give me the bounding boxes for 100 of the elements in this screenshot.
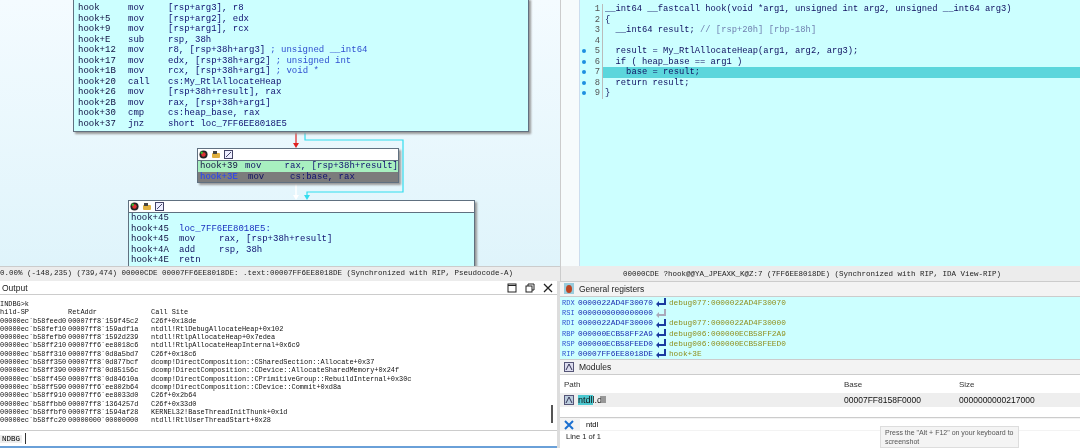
line-number: 2: [588, 14, 603, 25]
operand: [rsp+arg1], rcx: [168, 24, 249, 35]
address-label: hook+4A: [131, 244, 170, 255]
mnemonic: mov: [128, 24, 146, 35]
operand: rcx, [rsp+38h+arg1]: [168, 66, 271, 77]
line-number: 6: [588, 56, 603, 67]
address-label: hook+9: [78, 24, 112, 35]
code-line[interactable]: }: [603, 88, 1080, 99]
breakpoint-dot[interactable]: [582, 49, 586, 54]
mnemonic: call: [128, 76, 151, 87]
address-label: hook+45: [131, 223, 170, 234]
restore-icon[interactable]: [525, 282, 535, 293]
color-wheel-icon: [199, 150, 208, 159]
mnemonic: mov: [128, 3, 146, 14]
code-comment: ; unsigned int: [275, 55, 352, 66]
address-label: hook: [78, 3, 101, 14]
breakpoint-dot[interactable]: [582, 80, 586, 85]
module-path: ntdll.dll: [578, 395, 607, 405]
address-label: hook+5: [78, 13, 112, 24]
line-number: 4: [588, 35, 603, 46]
panel-title: Modules: [579, 362, 612, 372]
address-label: hook+26: [78, 87, 117, 98]
operand: rsp, 38h: [168, 34, 212, 45]
jump-arrow-icon[interactable]: [655, 349, 666, 359]
code-line[interactable]: result = My_RtlAllocateHeap(arg1, arg2, arg3);: [603, 46, 1080, 57]
code-comment: ; unsigned __int64: [270, 45, 368, 56]
operand: cs:base, rax: [290, 171, 355, 182]
jump-arrow-icon[interactable]: [655, 329, 666, 339]
address-label: hook+20: [78, 76, 117, 87]
breakpoint-dot[interactable]: [582, 70, 586, 75]
address-label: hook+E: [78, 34, 112, 45]
clear-filter-icon[interactable]: [564, 419, 574, 430]
module-icon: [564, 395, 574, 405]
address-label: hook+1B: [78, 66, 117, 77]
operand: rax, [rsp+38h+result]: [284, 161, 398, 172]
breakpoint-dot[interactable]: [582, 91, 586, 96]
operand: [rsp+arg3], r8: [168, 3, 244, 14]
graph-icon: [155, 202, 164, 211]
operand: cs:My_RtlAllocateHeap: [168, 76, 282, 87]
address-label: hook+4E: [131, 255, 170, 266]
operand: r8, [rsp+38h+arg3]: [168, 45, 266, 56]
mnemonic: jnz: [128, 118, 146, 129]
line-number: 1: [588, 4, 603, 15]
breakpoint-dot[interactable]: [582, 59, 586, 64]
line-number: 8: [588, 77, 603, 88]
flow-arrow: [293, 182, 299, 200]
address-label: hook+37: [78, 118, 117, 129]
address-label: hook+30: [78, 108, 117, 119]
address-label: hook+3E: [200, 171, 239, 182]
module-row[interactable]: ntdll.dll 00007FF8158F0000 0000000000217000: [560, 393, 1080, 407]
jump-arrow-icon[interactable]: [655, 318, 666, 328]
operand: short loc_7FF6EE8018E5: [168, 118, 287, 129]
maximize-icon[interactable]: [507, 282, 517, 293]
modules-icon: [564, 362, 574, 372]
operand: [rsp+38h+result], rax: [168, 87, 282, 98]
module-size: 0000000000217000: [959, 395, 1036, 405]
address-label: hook+39: [200, 161, 239, 172]
mnemonic: mov: [128, 55, 146, 66]
code-line[interactable]: {: [603, 14, 1080, 25]
line-number: 9: [588, 88, 603, 99]
address-label: hook+45: [131, 234, 170, 245]
graph-icon: [224, 150, 233, 159]
line-number: 5: [588, 46, 603, 57]
operand: rsp, 38h: [219, 244, 263, 255]
mnemonic: mov: [248, 171, 266, 182]
line-number: 3: [588, 25, 603, 36]
close-icon[interactable]: [543, 282, 553, 293]
address-label: hook+45: [131, 213, 170, 224]
mnemonic: mov: [179, 234, 197, 245]
address-label: hook+17: [78, 55, 117, 66]
mnemonic: mov: [128, 66, 146, 77]
operand: [rsp+arg2], edx: [168, 13, 249, 24]
column-header[interactable]: Base: [844, 379, 959, 389]
code-comment: ; void *: [275, 66, 319, 77]
column-header[interactable]: Path: [564, 379, 844, 389]
code-label: loc_7FF6EE8018E5:: [179, 223, 271, 234]
code-line[interactable]: __int64 __fastcall hook(void *arg1, unsigned int arg2, unsigned __int64 arg3): [603, 4, 1080, 15]
bug-icon: [564, 283, 574, 295]
mnemonic: add: [179, 244, 197, 255]
color-wheel-icon: [130, 202, 139, 211]
mnemonic: retn: [179, 255, 202, 266]
mnemonic: mov: [128, 45, 146, 56]
mnemonic: mov: [128, 87, 146, 98]
code-line[interactable]: __int64 result; // [rsp+20h] [rbp-18h]: [603, 25, 1080, 36]
address-label: hook+12: [78, 45, 117, 56]
jump-arrow-icon[interactable]: [655, 298, 666, 308]
jump-arrow-icon[interactable]: [655, 339, 666, 349]
code-line[interactable]: if ( heap_base == arg1 ): [603, 56, 1080, 67]
module-base: 00007FF8158F0000: [844, 395, 923, 405]
mnemonic: mov: [128, 97, 146, 108]
code-line[interactable]: return result;: [603, 77, 1080, 88]
address-label: hook+2B: [78, 97, 117, 108]
panel-title: Output: [2, 282, 28, 293]
panel-title: General registers: [579, 283, 645, 294]
operand: edx, [rsp+38h+arg2]: [168, 55, 271, 66]
flow-arrow: [293, 129, 299, 148]
mnemonic: mov: [128, 13, 146, 24]
mnemonic: cmp: [128, 108, 146, 119]
operand: rax, [rsp+38h+arg1]: [168, 97, 271, 108]
column-header[interactable]: Size: [959, 379, 1080, 389]
